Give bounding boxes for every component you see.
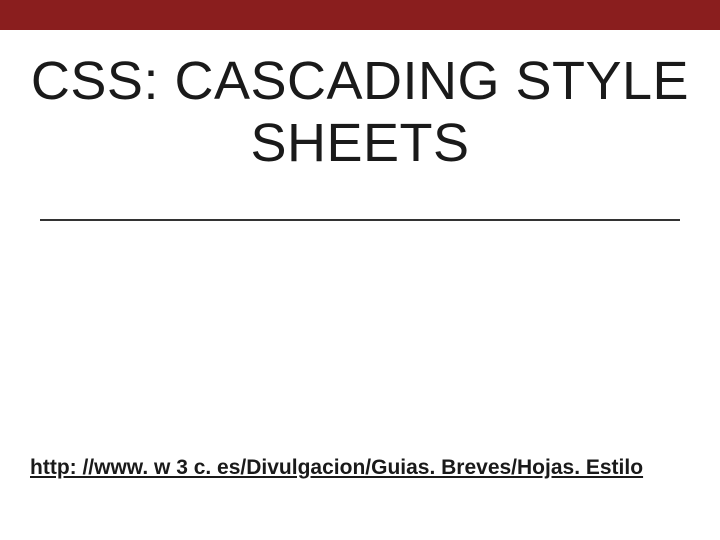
horizontal-divider [40, 219, 680, 221]
footer-link-area: http: //www. w 3 c. es/Divulgacion/Guias… [30, 456, 690, 480]
accent-top-bar [0, 0, 720, 30]
reference-link[interactable]: http: //www. w 3 c. es/Divulgacion/Guias… [30, 456, 643, 479]
slide-container: CSS: CASCADING STYLE SHEETS http: //www.… [0, 0, 720, 540]
slide-title: CSS: CASCADING STYLE SHEETS [30, 50, 690, 174]
divider-wrap [30, 219, 690, 221]
